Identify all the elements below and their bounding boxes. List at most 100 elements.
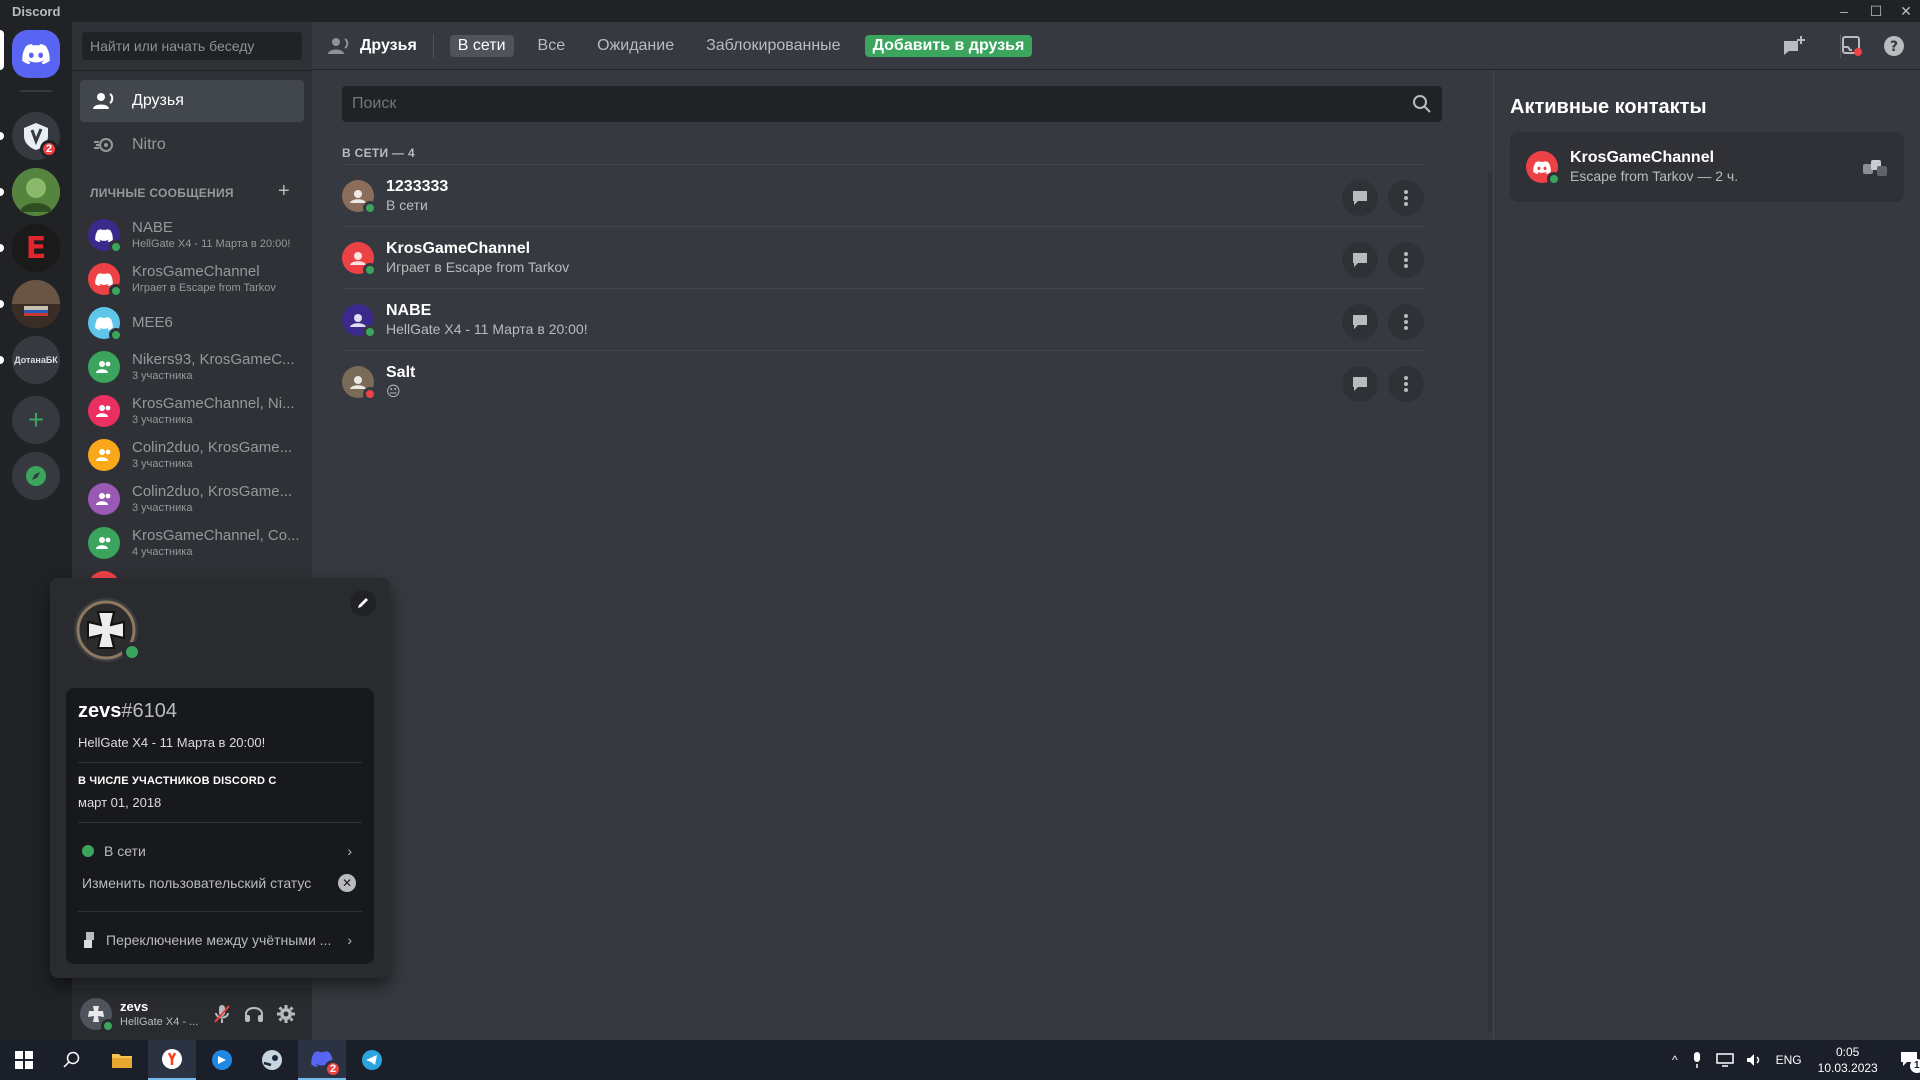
unread-indicator (0, 188, 4, 196)
headphones-icon (245, 1007, 263, 1022)
friend-row[interactable]: KrosGameChannel Играет в Escape from Tark… (342, 226, 1426, 288)
dnd-status-icon (363, 386, 377, 401)
minimize-button[interactable]: – (1830, 0, 1858, 22)
clock-date: 10.03.2023 (1817, 1061, 1878, 1075)
network-icon[interactable] (1715, 1053, 1734, 1067)
green-avatar-server[interactable] (12, 168, 60, 216)
add-friend-button[interactable]: Добавить в друзья (864, 34, 1033, 57)
dm-subtext: 3 участника (132, 370, 193, 382)
yandex-browser-button[interactable] (148, 1040, 196, 1080)
e-logo-server[interactable]: E (12, 224, 60, 272)
online-count-heading: В СЕТИ — 4 (342, 146, 415, 160)
unread-indicator (0, 132, 4, 140)
nav-nitro[interactable]: Nitro (80, 124, 304, 166)
avatar (88, 527, 120, 559)
file-explorer-button[interactable] (98, 1040, 146, 1080)
dm-item[interactable]: NABE HellGate X4 - 11 Марта в 20:00! (80, 214, 304, 256)
switch-accounts-button[interactable]: Переключение между учётными ... › (78, 924, 362, 956)
discriminator: #6104 (121, 700, 177, 722)
dm-search-input[interactable]: Найти или начать беседу (82, 32, 302, 60)
telegram-button[interactable] (348, 1040, 396, 1080)
more-options-button[interactable] (1388, 366, 1424, 402)
tab-pending[interactable]: Ожидание (589, 35, 682, 57)
rail-divider (20, 90, 52, 92)
new-group-dm-button[interactable] (1782, 34, 1806, 58)
nav-label: Nitro (132, 136, 166, 153)
user-status: HellGate X4 - ... (120, 1016, 199, 1028)
close-button[interactable]: ✕ (1892, 0, 1920, 22)
title-bar: Discord – ☐ ✕ (0, 0, 1920, 22)
active-now-card[interactable]: KrosGameChannel Escape from Tarkov — 2 ч… (1510, 132, 1904, 202)
steam-button[interactable] (248, 1040, 296, 1080)
dotanabk-server[interactable]: ДотанаБК (12, 336, 60, 384)
deafen-button[interactable] (238, 998, 270, 1030)
inbox-button[interactable] (1840, 34, 1864, 58)
more-options-button[interactable] (1388, 180, 1424, 216)
custom-status-emoji: 😐 (386, 382, 401, 399)
status-selector[interactable]: В сети › (78, 835, 362, 867)
explore-servers-button[interactable] (12, 452, 60, 500)
dm-item[interactable]: KrosGameChannel, Co... 4 участника (80, 522, 304, 564)
nav-friends[interactable]: Друзья (80, 80, 304, 122)
change-status-button[interactable]: Изменить пользовательский статус ✕ (78, 867, 362, 899)
friend-search-input[interactable]: Поиск (342, 86, 1442, 122)
active-indicator (0, 30, 4, 70)
scrollbar[interactable] (1488, 172, 1492, 1032)
maximize-button[interactable]: ☐ (1862, 0, 1890, 22)
dm-item[interactable]: Nikers93, KrosGameC... 3 участника (80, 346, 304, 388)
start-button[interactable] (0, 1040, 48, 1080)
dm-item[interactable]: Colin2duo, KrosGame... 3 участника (80, 478, 304, 520)
clock[interactable]: 0:05 10.03.2023 (1818, 1044, 1878, 1076)
message-button[interactable] (1342, 304, 1378, 340)
steam-icon (262, 1050, 282, 1070)
clear-status-icon[interactable]: ✕ (338, 874, 356, 892)
group-dm-icon (96, 361, 111, 373)
help-icon: ? (1884, 36, 1904, 56)
change-status-label: Изменить пользовательский статус (82, 875, 312, 891)
mute-button[interactable] (206, 998, 238, 1030)
user-settings-button[interactable] (270, 998, 302, 1030)
friend-row[interactable]: NABE HellGate X4 - 11 Марта в 20:00! (342, 288, 1426, 350)
edit-profile-button[interactable] (350, 590, 376, 616)
message-button[interactable] (1342, 242, 1378, 278)
app-button[interactable] (198, 1040, 246, 1080)
friend-row[interactable]: 1233333 В сети (342, 164, 1426, 226)
add-server-button[interactable]: + (12, 396, 60, 444)
discord-taskbar-button[interactable]: 2 (298, 1040, 346, 1080)
dm-item[interactable]: KrosGameChannel, Ni... 3 участника (80, 390, 304, 432)
more-options-button[interactable] (1388, 304, 1424, 340)
tray-icons: ^ ENG 0:05 10.03.2023 1 (1672, 1040, 1920, 1080)
friend-row[interactable]: Salt 😐 (342, 350, 1426, 412)
tab-all[interactable]: Все (530, 35, 574, 57)
tank-server[interactable] (12, 280, 60, 328)
clock-time: 0:05 (1836, 1045, 1860, 1059)
language-indicator[interactable]: ENG (1776, 1053, 1802, 1067)
chevron-up-icon[interactable]: ^ (1672, 1053, 1678, 1067)
message-button[interactable] (1342, 366, 1378, 402)
microphone-icon[interactable] (1692, 1052, 1702, 1068)
dm-item[interactable]: Colin2duo, KrosGame... 3 участника (80, 434, 304, 476)
volume-icon[interactable] (1746, 1053, 1762, 1067)
discord-logo-icon (22, 44, 50, 64)
notifications-button[interactable]: 1 (1900, 1051, 1920, 1073)
more-options-button[interactable] (1388, 242, 1424, 278)
tab-online[interactable]: В сети (449, 34, 514, 57)
unread-indicator (0, 356, 4, 364)
home-button[interactable] (12, 30, 60, 78)
help-button[interactable]: ? (1882, 34, 1906, 58)
message-button[interactable] (1342, 180, 1378, 216)
dm-item[interactable]: KrosGameChannel Играет в Escape from Tark… (80, 258, 304, 300)
taskbar-search-button[interactable] (48, 1040, 96, 1080)
group-dm-icon (96, 405, 111, 417)
tab-blocked[interactable]: Заблокированные (698, 35, 848, 57)
friend-name: NABE (386, 301, 432, 319)
nitro-icon (92, 133, 116, 157)
avatar[interactable] (80, 998, 115, 1033)
compass-icon (26, 466, 46, 486)
profile-avatar[interactable] (70, 594, 142, 666)
dm-item[interactable]: MEE6 (80, 302, 304, 344)
valorant-server[interactable]: 2 (12, 112, 60, 160)
profile-username: zevs#6104 (78, 700, 362, 723)
create-dm-button[interactable]: + (278, 180, 290, 203)
friend-name: KrosGameChannel (386, 239, 531, 257)
